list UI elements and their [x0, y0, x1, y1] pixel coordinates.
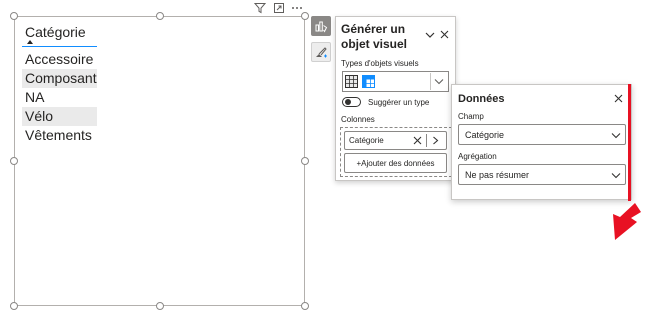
- visual-type-divider: [430, 73, 431, 90]
- aggregation-dropdown[interactable]: Ne pas résumer: [458, 164, 626, 185]
- aggregation-label: Agrégation: [458, 152, 497, 161]
- columns-label: Colonnes: [341, 115, 375, 124]
- filter-icon[interactable]: [254, 2, 266, 14]
- field-chip-divider: [426, 134, 427, 147]
- aggregation-dropdown-value: Ne pas résumer: [465, 170, 530, 180]
- slicer-item-vetements[interactable]: Vêtements: [22, 126, 97, 145]
- resize-handle-bottom-center[interactable]: [156, 302, 164, 310]
- visual-types-label: Types d'objets visuels: [341, 59, 419, 68]
- focus-mode-icon[interactable]: [273, 2, 285, 14]
- expand-field-icon[interactable]: [432, 136, 439, 145]
- field-dropdown[interactable]: Catégorie: [458, 124, 626, 145]
- close-data-panel-icon[interactable]: [614, 94, 623, 103]
- sort-ascending-icon[interactable]: [27, 40, 33, 44]
- add-data-button[interactable]: +Ajouter des données: [344, 153, 447, 173]
- format-visual-button[interactable]: [311, 42, 331, 62]
- suggest-type-label: Suggérer un type: [368, 98, 430, 107]
- build-visual-icon: [315, 21, 328, 33]
- highlight-red-bar: [628, 84, 631, 201]
- red-arrow-icon: [613, 203, 641, 240]
- remove-field-icon[interactable]: [413, 136, 422, 145]
- slicer-item-composant[interactable]: Composant: [22, 69, 97, 88]
- visual-type-dropdown-icon[interactable]: [434, 78, 444, 85]
- slicer-item-na[interactable]: NA: [22, 88, 97, 107]
- slicer-header: Catégorie: [25, 24, 86, 40]
- matrix-visual-icon[interactable]: [362, 75, 375, 88]
- build-visual-title: Générer un objet visuel: [341, 22, 408, 51]
- suggest-type-toggle[interactable]: [342, 97, 361, 107]
- slicer-header-underline: [22, 46, 97, 47]
- resize-handle-middle-left[interactable]: [10, 157, 18, 165]
- field-label: Champ: [458, 112, 484, 121]
- collapse-chevron-icon[interactable]: [425, 31, 435, 39]
- chevron-down-icon: [611, 133, 621, 139]
- resize-handle-bottom-right[interactable]: [301, 302, 309, 310]
- resize-handle-top-left[interactable]: [10, 12, 18, 20]
- data-panel-title: Données: [458, 93, 505, 105]
- more-options-icon[interactable]: [291, 2, 303, 14]
- slicer-item-accessoire[interactable]: Accessoire: [22, 50, 97, 69]
- field-dropdown-value: Catégorie: [465, 130, 505, 140]
- resize-handle-top-center[interactable]: [156, 12, 164, 20]
- format-brush-icon: [316, 47, 327, 58]
- resize-handle-middle-right[interactable]: [301, 157, 309, 165]
- resize-handle-bottom-left[interactable]: [10, 302, 18, 310]
- visual-type-selector[interactable]: [342, 71, 449, 92]
- table-visual-icon[interactable]: [345, 75, 358, 88]
- close-build-panel-icon[interactable]: [440, 30, 449, 39]
- build-visual-button[interactable]: [311, 16, 331, 36]
- slicer-item-velo[interactable]: Vélo: [22, 107, 97, 126]
- column-field-label: Catégorie: [349, 136, 384, 145]
- chevron-down-icon: [611, 173, 621, 179]
- toggle-knob: [345, 99, 351, 105]
